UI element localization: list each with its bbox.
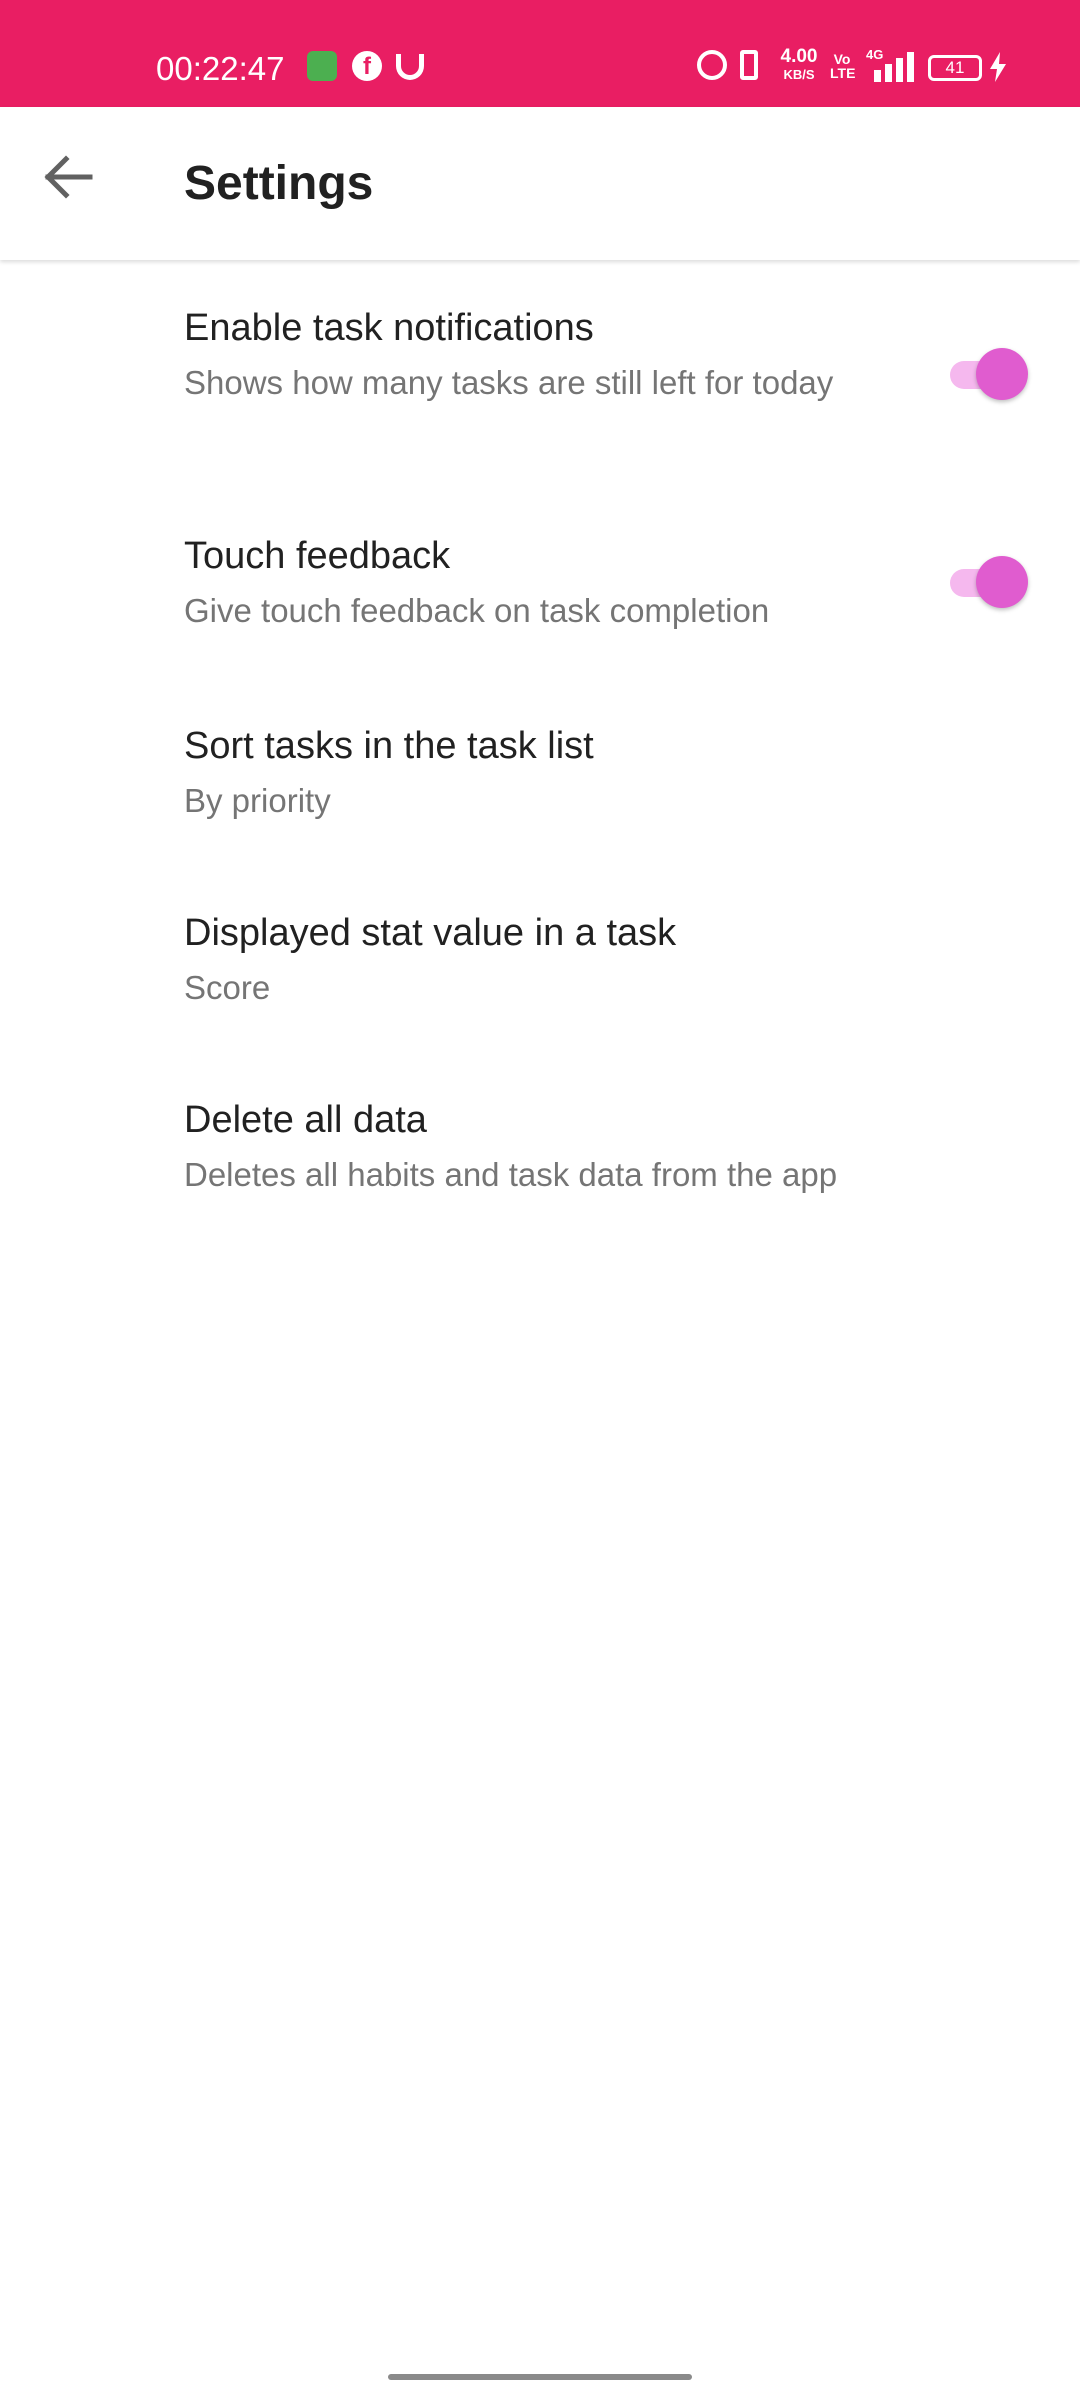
setting-summary: Score — [184, 969, 271, 1006]
toggle-thumb — [976, 348, 1028, 400]
charging-icon — [990, 52, 1006, 82]
app-bar: Settings — [0, 107, 1080, 260]
setting-title: Sort tasks in the task list — [184, 725, 594, 767]
setting-summary: Shows how many tasks are still left for … — [184, 364, 834, 401]
setting-title: Delete all data — [184, 1099, 427, 1141]
setting-title: Enable task notifications — [184, 307, 594, 349]
back-button[interactable] — [30, 138, 108, 216]
status-time: 00:22:47 — [156, 50, 285, 87]
setting-title: Touch feedback — [184, 535, 451, 577]
setting-touch-feedback[interactable]: Touch feedback Give touch feedback on ta… — [0, 488, 1080, 680]
page-title: Settings — [184, 157, 374, 210]
setting-title: Displayed stat value in a task — [184, 912, 677, 954]
alarm-icon — [697, 50, 727, 80]
toggle-thumb — [976, 556, 1028, 608]
notifications-toggle[interactable] — [940, 344, 1030, 404]
gesture-navigation-bar[interactable] — [388, 2374, 692, 2380]
setting-enable-task-notifications[interactable]: Enable task notifications Shows how many… — [0, 260, 1080, 488]
touch-feedback-toggle[interactable] — [940, 552, 1030, 612]
app-notification-icon — [307, 51, 337, 81]
status-bar: 00:22:47 4.00 KB/S Vo LTE 4G 41 — [0, 0, 1080, 107]
battery-level: 41 — [945, 58, 965, 77]
setting-summary: By priority — [184, 782, 331, 819]
u-app-icon — [396, 54, 424, 80]
network-speed-value: 4.00 — [780, 46, 818, 67]
setting-summary: Deletes all habits and task data from th… — [184, 1156, 838, 1193]
network-type-label: 4G — [866, 47, 884, 62]
signal-icon: 4G — [866, 48, 916, 82]
arrow-left-icon — [44, 155, 93, 199]
battery-icon: 41 — [928, 55, 982, 81]
network-speed-unit: KB/S — [783, 67, 815, 82]
volte-icon: Vo LTE — [830, 51, 856, 81]
settings-screen: 00:22:47 4.00 KB/S Vo LTE 4G 41 — [0, 0, 1080, 2400]
facebook-icon — [352, 51, 382, 81]
vibrate-icon — [740, 50, 758, 80]
setting-displayed-stat-value[interactable]: Displayed stat value in a task Score — [0, 867, 1080, 1054]
setting-summary: Give touch feedback on task completion — [184, 592, 770, 629]
setting-delete-all-data[interactable]: Delete all data Deletes all habits and t… — [0, 1054, 1080, 1241]
network-speed: 4.00 KB/S — [776, 46, 822, 82]
setting-sort-tasks[interactable]: Sort tasks in the task list By priority — [0, 680, 1080, 867]
